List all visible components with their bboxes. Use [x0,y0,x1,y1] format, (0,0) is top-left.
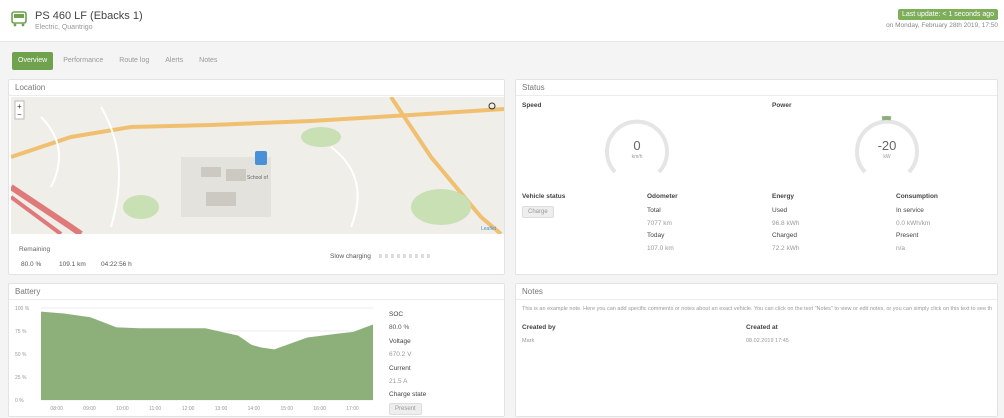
notes-title[interactable]: Notes [516,284,997,300]
speed-label: Speed [522,102,542,109]
map-attribution: Leaflet [481,226,497,232]
notes-card: Notes This is an example note. Here you … [515,283,998,417]
status-badge: Last update: < 1 seconds ago [897,9,998,20]
tab-bar: Overview Performance Route log Alerts No… [12,52,223,70]
x-tick-label: 17:00 [346,406,359,412]
energy-charged: 72.2 kWh [772,245,800,252]
vehicle-subtitle: Electric, Quantrigo [35,24,93,31]
charge-state-button[interactable]: Present [389,403,422,415]
x-tick-label: 10:00 [116,406,129,412]
odometer-today: 107.0 km [647,245,674,252]
created-at: 08.02.2019 17:45 [746,338,789,344]
energy-used: 96.8 kWh [772,220,800,227]
remaining-label: Remaining [19,246,51,253]
status-card: Status Speed 0 km/h Power -20 kW Vehicle… [515,79,998,275]
tab-overview[interactable]: Overview [12,52,54,70]
soc-value: 80.0 % [389,324,410,331]
current-value: 21.5 A [389,378,408,385]
x-tick-label: 16:00 [313,406,326,412]
svg-text:−: − [17,110,22,119]
consumption-present-label: Present [896,232,919,239]
y-tick-label: 100 % [15,306,30,312]
y-tick-label: 0 % [15,398,24,404]
bus-icon [11,11,27,27]
x-tick-label: 14:00 [248,406,261,412]
location-title: Location [9,80,504,96]
odometer-total: 7077 km [647,220,672,227]
voltage-label: Voltage [389,338,411,345]
y-tick-label: 25 % [15,375,27,381]
speed-gauge: 0 km/h [605,119,669,174]
tab-notes[interactable]: Notes [193,52,223,70]
power-value: -20 [878,138,897,153]
power-unit: kW [883,154,891,160]
vehicle-status-label: Vehicle status [522,193,566,200]
soc-label: SOC [389,311,404,318]
header: PS 460 LF (Ebacks 1) Electric, Quantrigo… [0,0,1004,42]
x-tick-label: 15:00 [281,406,294,412]
tab-route-log[interactable]: Route log [113,52,155,70]
consumption-label: Consumption [896,193,938,200]
soc-area-series [41,311,373,400]
vehicle-title: PS 460 LF (Ebacks 1) [35,10,143,22]
consumption-inservice-label: In service [896,207,924,214]
charge-state-label: Charge state [389,391,427,398]
vehicle-status-badge: Charge [522,206,554,218]
odometer-today-label: Today [647,232,665,239]
consumption-inservice: 0.0 kWh/km [896,220,931,227]
map[interactable]: +− School of Leaflet [11,97,504,234]
energy-used-label: Used [772,207,788,214]
battery-card: Battery 100 % 75 % 50 % 25 % 0 % 08:00 09:00 10… [8,283,505,417]
x-tick-label: 13:00 [215,406,228,412]
remaining-soc: 80.0 % [21,261,42,268]
created-by: Mark [522,338,535,344]
speed-value: 0 [633,138,640,153]
remaining-time: 04:22:56 h [101,261,132,268]
slow-charging-label: Slow charging [330,253,371,260]
odometer-label: Odometer [647,193,678,200]
y-tick-label: 50 % [15,352,27,358]
location-card: Location + − School of Leaflet Remaining … [8,79,505,275]
odometer-total-label: Total [647,207,661,214]
x-tick-label: 08:00 [50,406,63,412]
created-by-label: Created by [522,324,556,331]
tab-alerts[interactable]: Alerts [159,52,189,70]
speed-unit: km/h [632,154,643,160]
tab-performance[interactable]: Performance [57,52,109,70]
x-tick-label: 12:00 [182,406,195,412]
battery-chart: 100 % 75 % 50 % 25 % 0 % 08:00 09:00 10:00 11:00… [15,306,373,412]
energy-charged-label: Charged [772,232,797,239]
consumption-present: n/a [896,245,906,252]
map-place-label: School of [247,175,268,181]
current-label: Current [389,365,411,372]
last-updated: on Monday, February 28th 2019, 17:50 [886,22,998,29]
created-at-label: Created at [746,324,778,331]
x-tick-label: 09:00 [83,406,96,412]
remaining-range: 109.1 km [59,261,86,268]
y-tick-label: 75 % [15,329,27,335]
notes-text[interactable]: This is an example note. Here you can ad… [522,306,992,312]
power-label: Power [772,102,792,109]
battery-title: Battery [9,284,504,300]
voltage-value: 670.2 V [389,351,412,358]
energy-label: Energy [772,193,795,200]
x-tick-label: 11:00 [149,406,161,412]
status-title: Status [516,80,997,96]
charging-indicator [379,254,433,258]
power-gauge: -20 kW [855,116,919,174]
